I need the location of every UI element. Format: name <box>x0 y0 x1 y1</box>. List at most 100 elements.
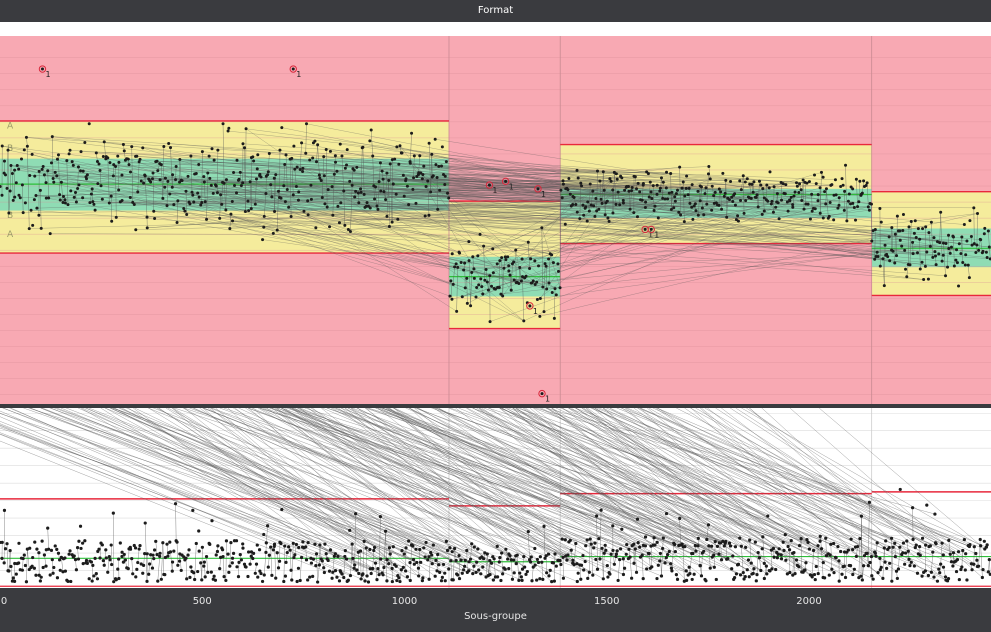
range-point <box>836 545 840 549</box>
range-point <box>889 536 894 540</box>
range-point <box>14 572 18 576</box>
range-point <box>542 524 546 529</box>
mean-point <box>17 193 21 197</box>
mean-point <box>278 148 282 152</box>
mean-point <box>537 264 541 268</box>
range-point <box>605 564 609 568</box>
range-point <box>437 563 441 567</box>
mean-point <box>450 297 454 301</box>
range-point <box>813 577 817 582</box>
mean-point <box>599 197 603 201</box>
range-point <box>745 568 749 572</box>
mean-point <box>15 163 19 167</box>
mean-point <box>440 145 444 149</box>
range-point <box>811 548 816 553</box>
range-point <box>581 553 585 558</box>
mean-point <box>929 220 933 224</box>
mean-point <box>490 284 494 288</box>
mean-point <box>455 309 459 313</box>
mean-point <box>128 195 132 199</box>
mean-point <box>793 190 797 194</box>
mean-point <box>652 208 656 212</box>
range-point <box>691 551 695 556</box>
mean-point <box>661 180 665 184</box>
mean-point <box>924 225 928 229</box>
mean-point <box>352 168 356 172</box>
range-point <box>756 550 760 555</box>
mean-point <box>575 168 579 172</box>
range-point <box>876 571 880 575</box>
mean-point <box>262 214 266 218</box>
mean-point <box>241 181 245 185</box>
range-point <box>75 546 80 550</box>
range-point <box>100 543 104 547</box>
mean-point <box>224 208 228 212</box>
range-point <box>172 549 176 553</box>
mean-point <box>977 248 981 252</box>
range-point <box>634 570 639 574</box>
range-point <box>553 552 557 556</box>
range-point <box>632 542 636 546</box>
mean-point <box>522 319 526 323</box>
range-point <box>352 566 356 570</box>
mean-point <box>941 253 945 257</box>
range-point <box>761 535 765 539</box>
mean-point <box>152 209 156 213</box>
mean-point <box>37 169 41 173</box>
mean-point <box>725 215 729 219</box>
mean-point <box>727 198 731 202</box>
range-point <box>547 574 551 578</box>
mean-point <box>40 167 44 171</box>
mean-point <box>96 182 100 186</box>
zone-label: A <box>7 121 14 131</box>
range-point <box>512 571 516 575</box>
range-point <box>985 543 989 547</box>
range-point <box>74 568 78 572</box>
mean-point <box>587 209 591 213</box>
range-point <box>375 578 379 582</box>
mean-point <box>776 201 780 205</box>
mean-point <box>512 278 516 282</box>
mean-point <box>434 163 438 167</box>
range-point <box>792 550 796 555</box>
range-point <box>794 558 799 562</box>
mean-point <box>129 170 133 174</box>
mean-point <box>558 286 562 290</box>
mean-point <box>595 169 599 173</box>
mean-point <box>966 263 970 267</box>
range-point <box>234 539 239 543</box>
alarm-point <box>504 179 508 183</box>
mean-point <box>940 259 944 263</box>
range-point <box>884 539 888 543</box>
mean-point <box>454 262 458 266</box>
mean-point <box>272 176 276 180</box>
range-point <box>408 561 412 565</box>
range-point <box>173 502 178 506</box>
mean-point <box>343 166 347 170</box>
range-point <box>937 567 941 571</box>
range-point <box>361 572 365 576</box>
mean-point <box>135 154 139 158</box>
mean-point <box>944 242 948 246</box>
range-point <box>411 544 415 548</box>
mean-point <box>308 158 312 162</box>
mean-point <box>907 225 911 229</box>
range-point <box>239 558 243 562</box>
mean-point <box>42 173 46 177</box>
mean-point <box>691 217 695 221</box>
range-point <box>248 562 252 566</box>
mean-point <box>375 204 379 208</box>
range-point <box>402 552 406 556</box>
mean-point <box>443 174 447 178</box>
mean-point <box>585 219 589 223</box>
mean-point <box>733 203 737 207</box>
mean-point <box>659 176 663 180</box>
mean-point <box>933 254 937 258</box>
mean-point <box>690 183 694 187</box>
range-point <box>612 562 616 566</box>
range-point <box>743 575 747 579</box>
mean-point <box>55 157 59 161</box>
mean-point <box>421 173 425 177</box>
range-point <box>865 551 869 555</box>
range-point <box>46 526 50 530</box>
